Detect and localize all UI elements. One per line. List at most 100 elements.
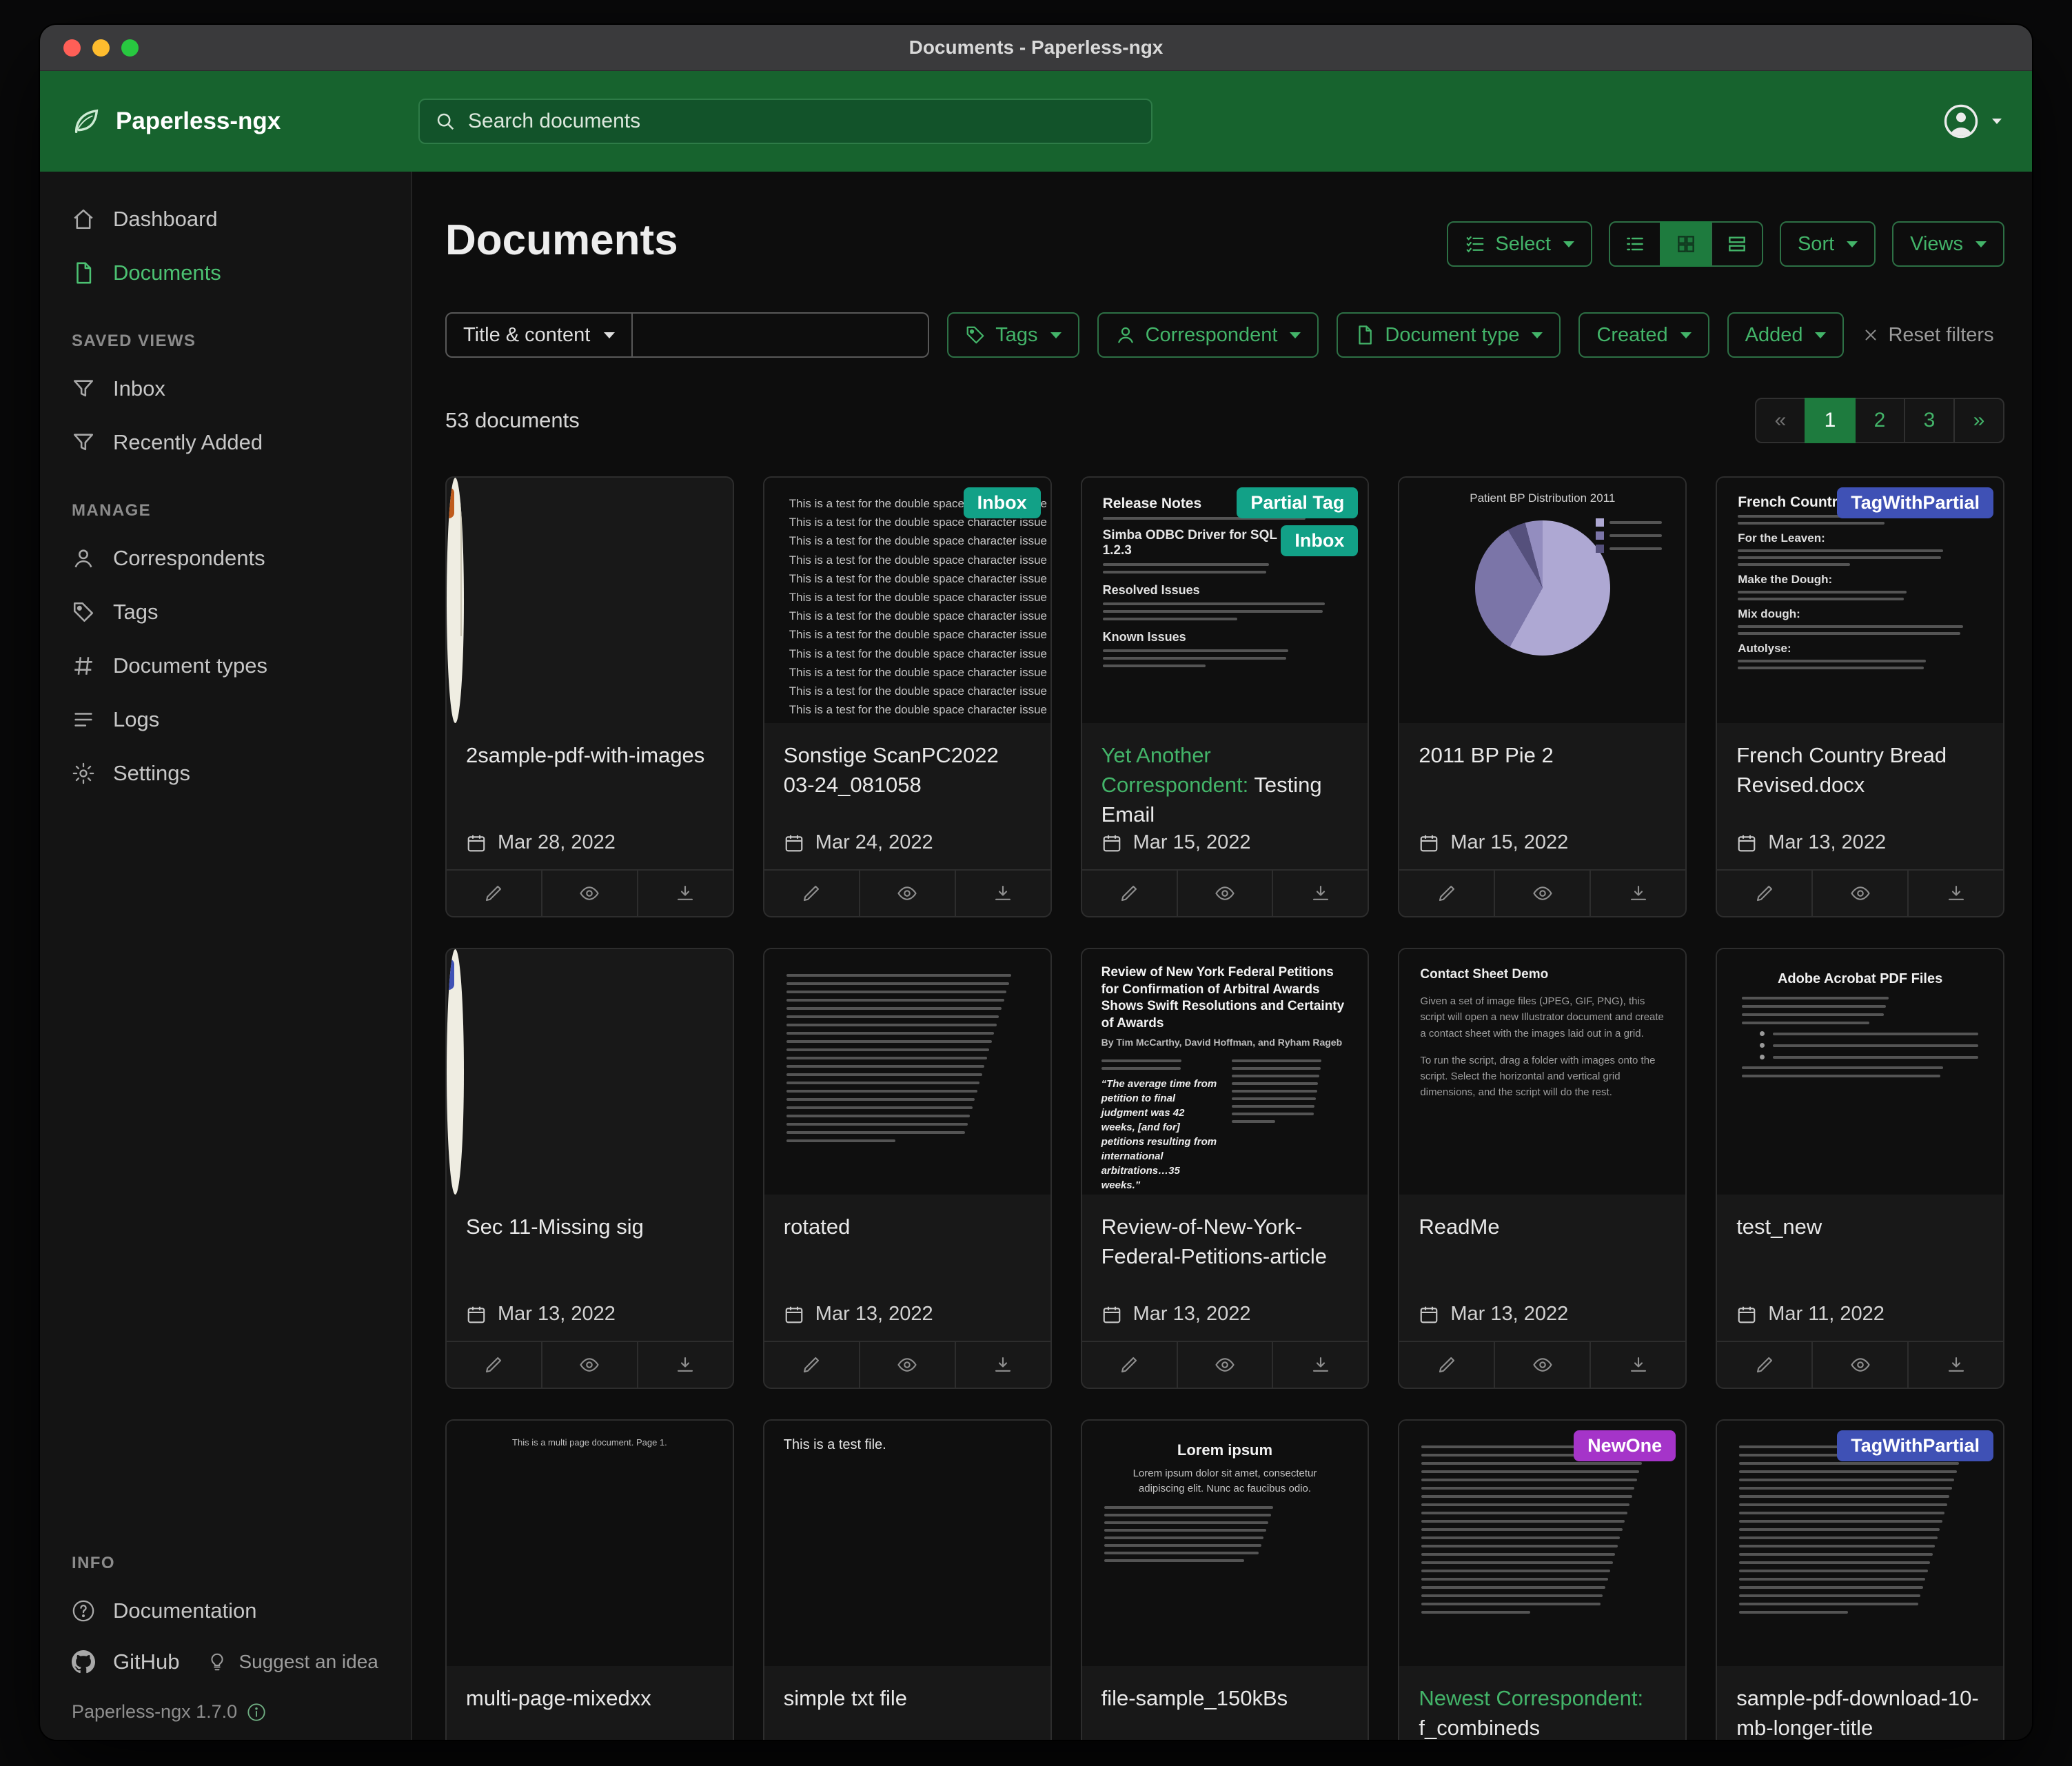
edit-document-button[interactable] — [447, 1342, 541, 1388]
document-correspondent-link[interactable]: Newest Correspondent: — [1419, 1686, 1643, 1710]
edit-document-button[interactable] — [1399, 871, 1494, 916]
tag-badge[interactable]: TagWithPartial — [1837, 487, 1993, 518]
edit-document-button[interactable] — [1082, 1342, 1177, 1388]
document-thumbnail[interactable]: InboxThis is a test for the double space… — [764, 478, 1050, 723]
document-thumbnail[interactable]: TagWithPartialFrench Country BreadFor th… — [1717, 478, 2003, 723]
sidebar-item-github[interactable]: GitHub — [40, 1638, 196, 1686]
view-document-button[interactable] — [1177, 1342, 1272, 1388]
view-document-button[interactable] — [1811, 871, 1907, 916]
document-thumbnail[interactable]: Lorem ipsumLorem ipsum dolor sit amet, c… — [1082, 1421, 1368, 1666]
document-thumbnail[interactable]: This is a test file. — [764, 1421, 1050, 1666]
document-card[interactable]: Adobe Acrobat PDF Filestest_newMar 11, 2… — [1716, 948, 2004, 1389]
info-icon[interactable] — [247, 1703, 266, 1722]
document-title[interactable]: Review-of-New-York-Federal-Petitions-art… — [1101, 1212, 1349, 1272]
document-title[interactable]: ReadMe — [1419, 1212, 1666, 1242]
sidebar-item-document-types[interactable]: Document types — [40, 639, 411, 693]
document-title[interactable]: Sec 11-Missing sig — [466, 1212, 713, 1242]
document-card[interactable]: TagWithPartialFrench Country BreadFor th… — [1716, 476, 2004, 917]
filter-document-type-button[interactable]: Document type — [1337, 312, 1561, 358]
pagination-next-button[interactable]: » — [1953, 398, 2004, 443]
document-card[interactable]: InboxThis is a test for the double space… — [763, 476, 1052, 917]
zoom-window-button[interactable] — [121, 39, 139, 57]
document-thumbnail[interactable] — [764, 949, 1050, 1195]
document-card[interactable]: This is a test file. simple txt file — [763, 1419, 1052, 1740]
edit-document-button[interactable] — [764, 871, 859, 916]
sidebar-item-settings[interactable]: Settings — [40, 747, 411, 800]
filter-tags-button[interactable]: Tags — [947, 312, 1079, 358]
document-thumbnail[interactable]: Partial TagInboxRelease NotesSimba ODBC … — [1082, 478, 1368, 723]
document-card[interactable]: This is a multi page document. Page 1.mu… — [445, 1419, 734, 1740]
sidebar-item-documents[interactable]: Documents — [40, 246, 411, 300]
view-document-button[interactable] — [1494, 1342, 1589, 1388]
document-card[interactable]: NewOneNewest Correspondent: f_combineds — [1398, 1419, 1687, 1740]
tag-badge[interactable]: Inbox — [1281, 525, 1358, 556]
document-thumbnail[interactable]: Patient BP Distribution 2011 — [1399, 478, 1685, 723]
document-title[interactable]: rotated — [784, 1212, 1031, 1242]
tag-badge[interactable]: Partial Tag — [1237, 487, 1358, 518]
document-thumbnail[interactable]: Adobe Acrobat PDF Files — [1717, 949, 2003, 1195]
list-view-button[interactable] — [1609, 221, 1661, 267]
download-document-button[interactable] — [1907, 871, 2003, 916]
close-window-button[interactable] — [63, 39, 81, 57]
filter-created-button[interactable]: Created — [1578, 312, 1709, 358]
download-document-button[interactable] — [955, 871, 1050, 916]
detail-view-button[interactable] — [1711, 221, 1763, 267]
title-content-dropdown[interactable]: Title & content — [445, 312, 633, 358]
document-card[interactable]: rotatedMar 13, 2022 — [763, 948, 1052, 1389]
pagination-page-2[interactable]: 2 — [1854, 398, 1905, 443]
sidebar-item-correspondents[interactable]: Correspondents — [40, 531, 411, 585]
brand[interactable]: Paperless-ngx — [70, 105, 418, 137]
sidebar-item-dashboard[interactable]: Dashboard — [40, 192, 411, 246]
document-thumbnail[interactable]: Another Sample Tag — [447, 478, 464, 723]
pagination-page-3[interactable]: 3 — [1904, 398, 1955, 443]
edit-document-button[interactable] — [1717, 871, 1811, 916]
edit-document-button[interactable] — [764, 1342, 859, 1388]
sidebar-item-recently-added[interactable]: Recently Added — [40, 416, 411, 469]
document-title[interactable]: file-sample_150kBs — [1101, 1684, 1349, 1714]
views-button[interactable]: Views — [1892, 221, 2004, 267]
document-card[interactable]: Review of New York Federal Petitions for… — [1081, 948, 1370, 1389]
tag-badge[interactable]: TagWithPartial — [447, 959, 454, 990]
view-document-button[interactable] — [859, 1342, 955, 1388]
sidebar-item-logs[interactable]: Logs — [40, 693, 411, 747]
filter-added-button[interactable]: Added — [1727, 312, 1845, 358]
tag-badge[interactable]: Inbox — [964, 487, 1041, 518]
document-title[interactable]: Sonstige ScanPC2022 03-24_081058 — [784, 741, 1031, 800]
download-document-button[interactable] — [637, 1342, 733, 1388]
document-title[interactable]: 2sample-pdf-with-images — [466, 741, 713, 771]
document-thumbnail[interactable]: Review of New York Federal Petitions for… — [1082, 949, 1368, 1195]
document-thumbnail[interactable]: Contact Sheet DemoGiven a set of image f… — [1399, 949, 1685, 1195]
pagination-prev-button[interactable]: « — [1755, 398, 1806, 443]
document-correspondent-link[interactable]: Yet Another Correspondent: — [1101, 743, 1249, 797]
document-card[interactable]: Another Sample Tag 2sample-pdf-with-image… — [445, 476, 734, 917]
sort-button[interactable]: Sort — [1780, 221, 1876, 267]
edit-document-button[interactable] — [1082, 871, 1177, 916]
view-document-button[interactable] — [541, 871, 637, 916]
select-button[interactable]: Select — [1447, 221, 1592, 267]
user-menu[interactable] — [1942, 103, 2002, 140]
view-document-button[interactable] — [1494, 871, 1589, 916]
edit-document-button[interactable] — [1399, 1342, 1494, 1388]
view-document-button[interactable] — [859, 871, 955, 916]
document-title[interactable]: Yet Another Correspondent: Testing Email — [1101, 741, 1349, 829]
view-document-button[interactable] — [1177, 871, 1272, 916]
document-title[interactable]: simple txt file — [784, 1684, 1031, 1714]
document-title[interactable]: multi-page-mixedxx — [466, 1684, 713, 1714]
document-title[interactable]: sample-pdf-download-10-mb-longer-title — [1736, 1684, 1984, 1740]
document-card[interactable]: TagWithPartial1.1 CONTINUING MEDICAL EDU… — [445, 948, 734, 1389]
pagination-page-1[interactable]: 1 — [1805, 398, 1856, 443]
tag-badge[interactable]: NewOne — [1574, 1430, 1676, 1461]
tag-badge[interactable]: Another Sample Tag — [447, 487, 454, 518]
document-thumbnail[interactable]: TagWithPartial1.1 CONTINUING MEDICAL EDU… — [447, 949, 464, 1195]
document-title[interactable]: test_new — [1736, 1212, 1984, 1242]
document-title[interactable]: French Country Bread Revised.docx — [1736, 741, 1984, 800]
search-input[interactable] — [467, 109, 1136, 134]
view-document-button[interactable] — [541, 1342, 637, 1388]
document-card[interactable]: Lorem ipsumLorem ipsum dolor sit amet, c… — [1081, 1419, 1370, 1740]
download-document-button[interactable] — [637, 871, 733, 916]
document-card[interactable]: Patient BP Distribution 20112011 BP Pie … — [1398, 476, 1687, 917]
document-thumbnail[interactable]: NewOne — [1399, 1421, 1685, 1666]
document-card[interactable]: TagWithPartialsample-pdf-download-10-mb-… — [1716, 1419, 2004, 1740]
download-document-button[interactable] — [1272, 871, 1368, 916]
filter-correspondent-button[interactable]: Correspondent — [1097, 312, 1319, 358]
